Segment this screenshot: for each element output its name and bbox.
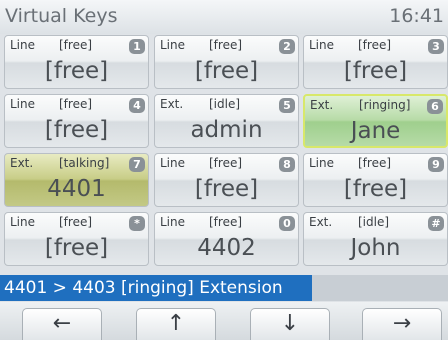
right-arrow-button[interactable]: → xyxy=(362,308,442,340)
key-main-label: [free] xyxy=(343,176,408,202)
key-state-label: [free] xyxy=(59,215,93,229)
app-title: Virtual Keys xyxy=(5,5,118,27)
key-type-label: Line xyxy=(10,215,36,229)
down-arrow-icon: ↓ xyxy=(280,311,300,336)
down-arrow-button[interactable]: ↓ xyxy=(250,308,330,340)
up-arrow-button[interactable]: ↑ xyxy=(136,308,216,340)
key-main-label: [free] xyxy=(44,117,109,143)
key-number-badge: 1 xyxy=(129,39,145,54)
virtual-key-9[interactable]: Line [free] 9 [free] xyxy=(303,153,448,207)
virtual-key-7[interactable]: Ext. [talking] 7 4401 xyxy=(4,153,149,207)
up-arrow-icon: ↑ xyxy=(166,311,186,336)
key-type-label: Ext. xyxy=(10,156,34,170)
key-type-label: Ext. xyxy=(310,98,334,112)
virtual-keys-grid: Line [free] 1 [free] Line [free] 2 [free… xyxy=(0,35,448,270)
virtual-key-0[interactable]: Line [free] 0 4402 xyxy=(154,212,299,266)
navigation-bar: ← ↑ ↓ → xyxy=(0,302,448,340)
key-state-label: [free] xyxy=(358,156,392,170)
key-type-label: Line xyxy=(10,97,36,111)
title-bar: Virtual Keys 16:41 xyxy=(0,0,448,34)
key-state-label: [free] xyxy=(209,38,243,52)
key-main-label: [free] xyxy=(194,58,259,84)
key-main-label: 4402 xyxy=(197,235,256,261)
virtual-key-4[interactable]: Line [free] 4 [free] xyxy=(4,94,149,148)
key-number-badge: 6 xyxy=(427,99,443,114)
clock: 16:41 xyxy=(389,5,444,27)
key-number-badge: * xyxy=(129,216,145,231)
key-type-label: Ext. xyxy=(160,97,184,111)
key-type-label: Line xyxy=(309,156,335,170)
key-state-label: [idle] xyxy=(209,97,241,111)
status-bar: 4401 > 4403 [ringing] Extension xyxy=(0,275,312,301)
key-main-label: 4401 xyxy=(47,176,106,202)
key-type-label: Line xyxy=(10,38,36,52)
right-arrow-icon: → xyxy=(392,311,412,336)
virtual-key-8[interactable]: Line [free] 8 [free] xyxy=(154,153,299,207)
key-number-badge: 0 xyxy=(279,216,295,231)
key-state-label: [idle] xyxy=(358,215,390,229)
key-number-badge: 5 xyxy=(279,98,295,113)
virtual-key-hash[interactable]: Ext. [idle] # John xyxy=(303,212,448,266)
key-number-badge: # xyxy=(428,216,444,231)
key-main-label: [free] xyxy=(44,235,109,261)
key-main-label: Jane xyxy=(350,118,401,144)
key-main-label: admin xyxy=(190,117,263,143)
left-arrow-button[interactable]: ← xyxy=(22,308,102,340)
key-state-label: [free] xyxy=(209,156,243,170)
key-state-label: [free] xyxy=(59,97,93,111)
key-number-badge: 4 xyxy=(129,98,145,113)
key-state-label: [ringing] xyxy=(359,98,411,112)
virtual-key-2[interactable]: Line [free] 2 [free] xyxy=(154,35,299,89)
virtual-key-3[interactable]: Line [free] 3 [free] xyxy=(303,35,448,89)
key-state-label: [free] xyxy=(358,38,392,52)
virtual-key-1[interactable]: Line [free] 1 [free] xyxy=(4,35,149,89)
key-state-label: [free] xyxy=(59,38,93,52)
key-number-badge: 8 xyxy=(279,157,295,172)
virtual-key-star[interactable]: Line [free] * [free] xyxy=(4,212,149,266)
key-number-badge: 9 xyxy=(428,157,444,172)
left-arrow-icon: ← xyxy=(52,311,72,336)
key-type-label: Ext. xyxy=(309,215,333,229)
key-number-badge: 7 xyxy=(129,157,145,172)
key-main-label: [free] xyxy=(343,58,408,84)
key-type-label: Line xyxy=(160,215,186,229)
key-number-badge: 2 xyxy=(279,39,295,54)
key-main-label: John xyxy=(350,235,401,261)
status-bar-tail xyxy=(312,275,448,301)
virtual-key-6[interactable]: Ext. [ringing] 6 Jane xyxy=(303,94,448,148)
key-state-label: [talking] xyxy=(59,156,110,170)
key-type-label: Line xyxy=(160,156,186,170)
key-type-label: Line xyxy=(309,38,335,52)
virtual-key-5[interactable]: Ext. [idle] 5 admin xyxy=(154,94,299,148)
key-main-label: [free] xyxy=(44,58,109,84)
key-main-label: [free] xyxy=(194,176,259,202)
key-type-label: Line xyxy=(160,38,186,52)
key-number-badge: 3 xyxy=(428,39,444,54)
key-state-label: [free] xyxy=(209,215,243,229)
